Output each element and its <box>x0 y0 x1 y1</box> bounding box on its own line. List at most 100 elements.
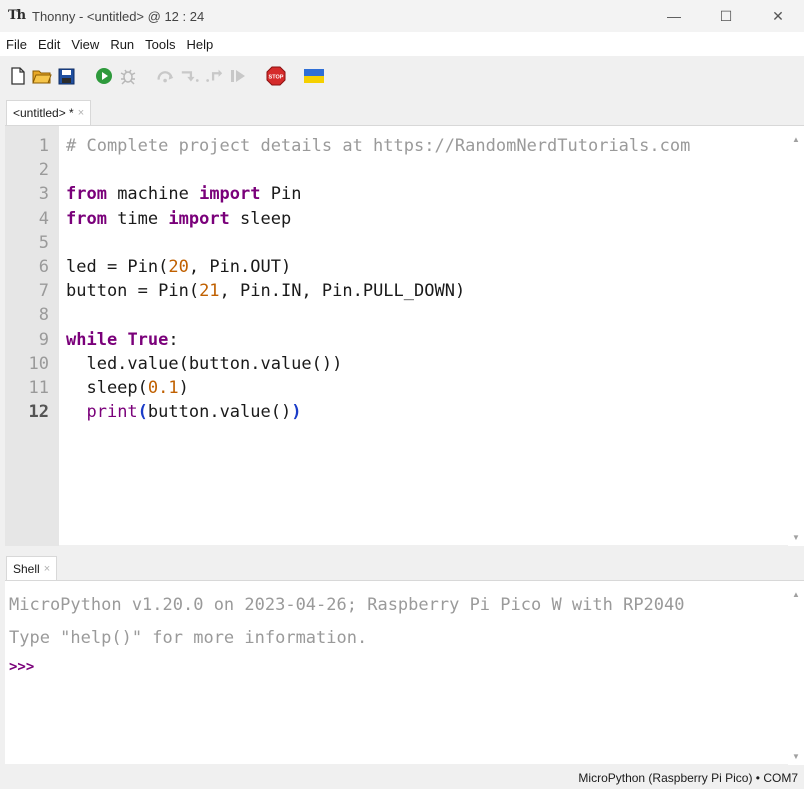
line-number: 5 <box>38 232 49 253</box>
shell-scrollbar[interactable]: ▲ ▼ <box>788 581 804 765</box>
code-token: button.value() <box>147 402 292 423</box>
resume-icon[interactable] <box>228 66 248 86</box>
minimize-button[interactable]: — <box>648 0 700 32</box>
code-line[interactable]: print(button.value()) <box>66 400 690 424</box>
shell-tab-label: Shell <box>13 561 40 576</box>
code-line[interactable]: button = Pin(21, Pin.IN, Pin.PULL_DOWN) <box>66 279 690 303</box>
close-button[interactable]: ✕ <box>752 0 804 32</box>
code-text[interactable]: # Complete project details at https://Ra… <box>66 134 690 424</box>
code-line[interactable] <box>66 158 690 182</box>
code-token: print <box>86 402 138 423</box>
code-token: machine <box>106 184 200 205</box>
line-number: 8 <box>38 305 49 326</box>
code-line[interactable]: from time import sleep <box>66 207 690 231</box>
code-token: 20 <box>168 256 189 277</box>
open-folder-icon[interactable] <box>32 66 52 86</box>
window-title: Thonny - <untitled> @ 12 : 24 <box>32 8 205 24</box>
line-number: 11 <box>28 378 49 399</box>
menu-view[interactable]: View <box>68 37 105 52</box>
menu-file[interactable]: File <box>3 37 33 52</box>
code-line[interactable]: # Complete project details at https://Ra… <box>66 134 690 158</box>
code-token: while <box>66 329 118 350</box>
shell-scroll-up-icon[interactable]: ▲ <box>788 587 804 601</box>
code-editor[interactable]: 1 2 3 4 5 6 7 8 9 10 11 12 # Complete project detai… <box>5 125 804 546</box>
line-number: 2 <box>38 160 49 181</box>
line-number: 6 <box>38 257 49 278</box>
scroll-down-icon[interactable]: ▼ <box>788 530 804 544</box>
code-token: button = Pin( <box>66 281 200 302</box>
line-number-gutter: 1 2 3 4 5 6 7 8 9 10 11 12 <box>5 126 59 546</box>
stop-icon-label: STOP <box>269 75 284 81</box>
line-number: 3 <box>38 184 49 205</box>
line-number: 10 <box>28 353 49 374</box>
window-controls: — ☐ ✕ <box>648 0 804 32</box>
code-token: led.value(button.value()) <box>66 353 343 374</box>
code-token: sleep( <box>66 377 148 398</box>
code-line[interactable] <box>66 231 690 255</box>
thonny-app-icon: Th <box>8 8 26 23</box>
shell-tabstrip: Shell × <box>0 554 804 580</box>
tab-label: <untitled> * <box>13 106 74 120</box>
save-icon[interactable] <box>56 66 76 86</box>
line-number: 1 <box>38 136 49 156</box>
code-token: ) <box>178 377 189 398</box>
shell-output: MicroPython v1.20.0 on 2023-04-26; Raspb… <box>9 589 685 679</box>
code-token: 21 <box>199 281 220 302</box>
tab-shell[interactable]: Shell × <box>6 556 58 580</box>
code-token: import <box>199 184 261 205</box>
code-token: True <box>127 329 169 350</box>
run-icon[interactable] <box>94 66 114 86</box>
line-number: 12 <box>28 402 49 423</box>
code-token: , Pin.IN, Pin.PULL_DOWN) <box>219 281 466 302</box>
shell-prompt[interactable]: >>> <box>9 655 685 679</box>
line-number: 7 <box>38 281 49 302</box>
step-over-icon[interactable] <box>156 66 176 86</box>
shell-panel[interactable]: MicroPython v1.20.0 on 2023-04-26; Raspb… <box>5 580 804 765</box>
code-token: time <box>106 208 169 229</box>
code-token: ) <box>291 402 302 423</box>
code-token: sleep <box>229 208 292 229</box>
line-numbers: 1 2 3 4 5 6 7 8 9 10 11 12 <box>29 134 49 424</box>
step-out-icon[interactable] <box>204 66 224 86</box>
code-token: Pin <box>260 184 302 205</box>
code-line[interactable]: from machine import Pin <box>66 182 690 206</box>
code-line[interactable] <box>66 303 690 327</box>
code-token: ( <box>137 402 148 423</box>
line-number: 4 <box>38 208 49 229</box>
step-into-icon[interactable] <box>180 66 200 86</box>
shell-scroll-down-icon[interactable]: ▼ <box>788 749 804 763</box>
close-shell-tab-icon[interactable]: × <box>44 563 50 575</box>
menu-help[interactable]: Help <box>184 37 220 52</box>
new-file-icon[interactable] <box>8 66 28 86</box>
stop-icon[interactable]: STOP <box>266 66 286 86</box>
shell-banner: MicroPython v1.20.0 on 2023-04-26; Raspb… <box>9 595 685 615</box>
line-number: 9 <box>38 329 49 350</box>
editor-tabstrip: <untitled> * × <box>0 98 804 125</box>
tab-untitled[interactable]: <untitled> * × <box>6 100 92 125</box>
code-token: : <box>168 329 179 350</box>
title-bar: Th Thonny - <untitled> @ 12 : 24 — ☐ ✕ <box>0 0 804 32</box>
code-line[interactable]: while True: <box>66 328 690 352</box>
ukraine-flag-icon[interactable] <box>304 66 324 86</box>
close-tab-icon[interactable]: × <box>78 107 84 119</box>
maximize-button[interactable]: ☐ <box>700 0 752 32</box>
code-line[interactable]: led = Pin(20, Pin.OUT) <box>66 255 690 279</box>
status-bar: MicroPython (Raspberry Pi Pico) • COM7 <box>0 766 804 789</box>
editor-scrollbar[interactable]: ▲ ▼ <box>788 126 804 546</box>
code-line[interactable]: led.value(button.value()) <box>66 352 690 376</box>
code-token: # Complete project details at https://Ra… <box>66 136 691 156</box>
code-token: from <box>66 184 107 205</box>
scroll-up-icon[interactable]: ▲ <box>788 132 804 146</box>
toolbar: STOP <box>0 56 804 96</box>
code-line[interactable]: sleep(0.1) <box>66 376 690 400</box>
menu-bar: File Edit View Run Tools Help <box>0 32 804 56</box>
menu-edit[interactable]: Edit <box>35 37 66 52</box>
menu-tools[interactable]: Tools <box>142 37 181 52</box>
debug-icon[interactable] <box>118 66 138 86</box>
interpreter-status[interactable]: MicroPython (Raspberry Pi Pico) • COM7 <box>578 771 798 785</box>
code-token: led = Pin( <box>66 256 169 277</box>
menu-run[interactable]: Run <box>107 37 140 52</box>
code-token: , Pin.OUT) <box>188 256 292 277</box>
